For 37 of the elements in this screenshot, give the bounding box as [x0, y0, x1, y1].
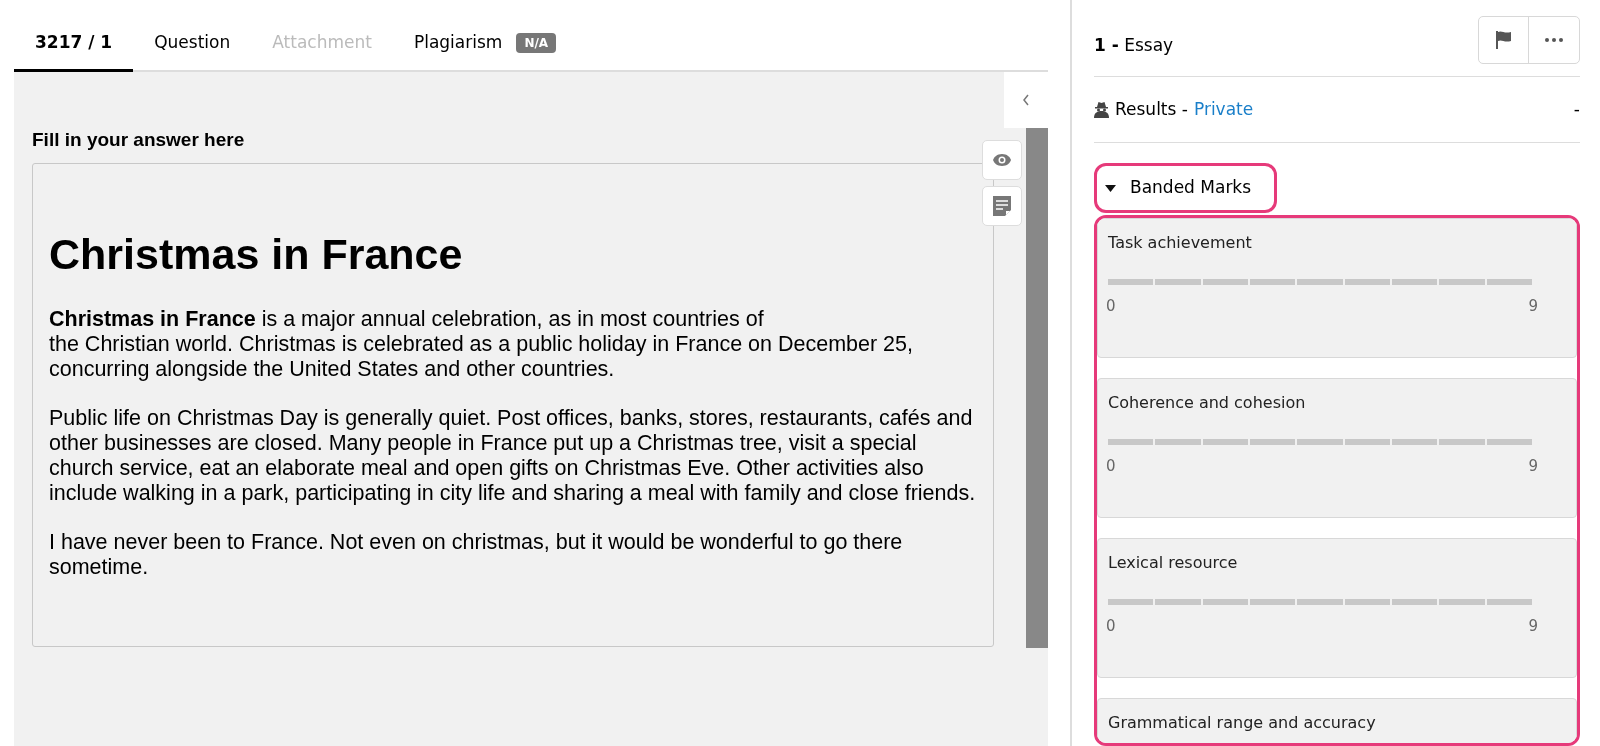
- criterion-name: Coherence and cohesion: [1107, 392, 1307, 414]
- eye-icon: [992, 153, 1012, 167]
- essay-paragraph: I have never been to France. Not even on christmas, but it would be wonderful to go there sometime.: [49, 530, 904, 581]
- note-icon: [993, 196, 1011, 216]
- status-badge: N/A: [516, 32, 557, 53]
- answer-box[interactable]: [32, 162, 994, 647]
- spy-icon: [1094, 101, 1109, 118]
- score-slider[interactable]: [1108, 439, 1534, 445]
- slider-min-label: 0: [1106, 296, 1116, 317]
- criterion-name: Lexical resource: [1107, 552, 1239, 574]
- scrollbar[interactable]: [1026, 128, 1048, 648]
- chevron-left-icon: [1022, 94, 1030, 106]
- criterion-name: Grammatical range and accuracy: [1107, 712, 1377, 734]
- essay-heading: Christmas in France: [49, 228, 464, 280]
- score-slider[interactable]: [1108, 279, 1534, 285]
- tab[interactable]: Plagiarism N/A: [392, 2, 578, 72]
- notes-button[interactable]: [982, 186, 1022, 226]
- slider-min-label: 0: [1106, 616, 1116, 637]
- results-label: Results -: [1115, 97, 1188, 121]
- flag-icon: [1495, 31, 1512, 49]
- criterion-name: Task achievement: [1107, 232, 1253, 254]
- slider-max-label: 9: [1528, 296, 1538, 317]
- banded-marks-toggle[interactable]: Banded Marks: [1094, 163, 1277, 213]
- essay-paragraph: Christmas in France is a major annual celebration, as in most countries of the Christian world. Christmas is celebrated as a public holiday in France on December 25, concurring alongside the United States and other countries.: [49, 307, 914, 383]
- preview-button[interactable]: [982, 140, 1022, 180]
- more-icon: [1545, 38, 1563, 42]
- slider-min-label: 0: [1106, 456, 1116, 477]
- essay-paragraph: Public life on Christmas Day is generally quiet. Post offices, banks, stores, restaurants, cafés and other businesses are closed. Many people in France put up a Christmas tree, visit a special church service, eat an elaborate meal and open gifts on Christmas Eve. Other activities also include walking in a park, participating in city life and sharing a meal with family and close friends.: [49, 406, 977, 507]
- score-slider[interactable]: [1108, 599, 1534, 605]
- results-visibility-link[interactable]: Private: [1193, 96, 1254, 123]
- slider-max-label: 9: [1528, 616, 1538, 637]
- caret-icon: [1105, 184, 1116, 192]
- question-title: 1 - Essay: [1094, 34, 1174, 58]
- tab[interactable]: Question: [133, 2, 252, 72]
- answer-label: Fill in your answer here: [32, 128, 246, 152]
- slider-max-label: 9: [1528, 456, 1538, 477]
- results-value: -: [1573, 97, 1580, 121]
